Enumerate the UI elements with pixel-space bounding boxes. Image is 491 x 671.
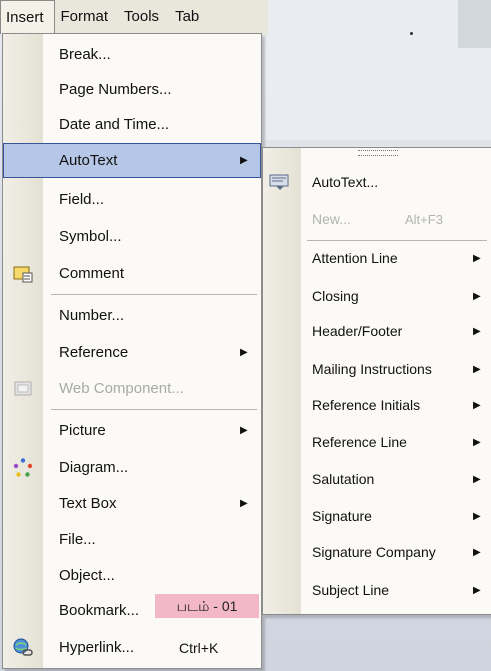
submenu-arrow-icon: ▶ xyxy=(473,325,481,337)
menu-item-label: Bookmark... xyxy=(59,602,140,619)
submenu-arrow-icon: ▶ xyxy=(473,290,481,302)
menu-item-label: Comment xyxy=(59,265,125,282)
menu-item-label: Reference xyxy=(59,344,129,361)
submenu-item-label: AutoText... xyxy=(312,174,379,190)
submenu-arrow-icon: ▶ xyxy=(240,347,248,358)
menu-item-date-and-time[interactable]: Date and Time... xyxy=(3,107,261,142)
submenu-item-attention-line[interactable]: Attention Line ▶ xyxy=(263,240,491,276)
submenu-item-signature-company[interactable]: Signature Company ▶ xyxy=(263,534,491,570)
menu-separator xyxy=(51,409,257,410)
document-ghost xyxy=(458,0,491,48)
menu-separator xyxy=(51,294,257,295)
comment-icon xyxy=(12,263,34,285)
submenu-item-label: Salutation xyxy=(312,471,375,487)
submenu-item-closing[interactable]: Closing ▶ xyxy=(263,278,491,314)
submenu-item-label: Signature xyxy=(312,508,372,524)
submenu-item-label: Subject Line xyxy=(312,582,390,598)
menu-item-label: AutoText xyxy=(59,152,118,169)
submenu-arrow-icon: ▶ xyxy=(473,546,481,558)
menu-item-label: Object... xyxy=(59,567,115,584)
menu-item-label: Break... xyxy=(59,46,111,63)
menu-item-diagram[interactable]: Diagram... xyxy=(3,450,261,485)
menu-item-label: Text Box xyxy=(59,495,117,512)
submenu-item-label: Attention Line xyxy=(312,250,398,266)
menu-item-page-numbers[interactable]: Page Numbers... xyxy=(3,72,261,107)
menu-item-label: Page Numbers... xyxy=(59,81,172,98)
menu-item-label: Web Component... xyxy=(59,380,184,397)
figure-caption: படம் - 01 xyxy=(155,594,259,618)
insert-menu: Break... Page Numbers... Date and Time..… xyxy=(2,33,262,669)
menu-format[interactable]: Format xyxy=(55,0,119,34)
submenu-item-signature[interactable]: Signature ▶ xyxy=(263,498,491,534)
submenu-arrow-icon: ▶ xyxy=(240,425,248,436)
menu-item-picture[interactable]: Picture ▶ xyxy=(3,413,261,448)
submenu-item-salutation[interactable]: Salutation ▶ xyxy=(263,461,491,497)
menu-tools[interactable]: Tools xyxy=(118,0,169,34)
menu-item-autotext[interactable]: AutoText ▶ xyxy=(3,143,261,178)
submenu-item-subject-line[interactable]: Subject Line ▶ xyxy=(263,572,491,608)
document-mark xyxy=(410,32,413,35)
submenu-arrow-icon: ▶ xyxy=(473,473,481,485)
submenu-arrow-icon: ▶ xyxy=(473,584,481,596)
menu-item-hyperlink[interactable]: Hyperlink... Ctrl+K xyxy=(3,630,261,665)
submenu-item-reference-initials[interactable]: Reference Initials ▶ xyxy=(263,387,491,423)
menu-bar: Insert Format Tools Tab xyxy=(0,0,268,34)
submenu-item-label: Mailing Instructions xyxy=(312,361,432,377)
menu-item-label: File... xyxy=(59,531,96,548)
menu-item-label: Hyperlink... xyxy=(59,639,135,656)
submenu-arrow-icon: ▶ xyxy=(473,399,481,411)
submenu-item-mailing-instructions[interactable]: Mailing Instructions ▶ xyxy=(263,351,491,387)
web-component-icon xyxy=(12,378,34,400)
submenu-arrow-icon: ▶ xyxy=(240,498,248,509)
submenu-arrow-icon: ▶ xyxy=(473,363,481,375)
menu-item-field[interactable]: Field... xyxy=(3,182,261,217)
menu-item-label: Field... xyxy=(59,191,105,208)
submenu-item-autotext[interactable]: AutoText... xyxy=(263,164,491,200)
menu-item-object[interactable]: Object... xyxy=(3,558,261,593)
menu-item-label: Number... xyxy=(59,307,125,324)
diagram-icon xyxy=(12,457,34,479)
menu-item-break[interactable]: Break... xyxy=(3,37,261,72)
autotext-icon xyxy=(268,171,292,193)
menu-item-file[interactable]: File... xyxy=(3,522,261,557)
menu-item-symbol[interactable]: Symbol... xyxy=(3,219,261,254)
submenu-item-label: Reference Line xyxy=(312,434,407,450)
menu-item-text-box[interactable]: Text Box ▶ xyxy=(3,486,261,521)
menu-item-web-component: Web Component... xyxy=(3,371,261,406)
menu-item-label: Diagram... xyxy=(59,459,129,476)
submenu-item-label: Signature Company xyxy=(312,544,436,560)
submenu-item-label: Reference Initials xyxy=(312,397,421,413)
submenu-arrow-icon: ▶ xyxy=(473,436,481,448)
menu-item-number[interactable]: Number... xyxy=(3,298,261,333)
menu-item-comment[interactable]: Comment xyxy=(3,256,261,291)
menu-item-label: Picture xyxy=(59,422,106,439)
hyperlink-icon xyxy=(12,637,34,659)
autotext-submenu: AutoText... New... Alt+F3 Attention Line… xyxy=(262,147,491,615)
submenu-item-header-footer[interactable]: Header/Footer ▶ xyxy=(263,313,491,349)
submenu-item-reference-line[interactable]: Reference Line ▶ xyxy=(263,424,491,460)
submenu-item-label: New... xyxy=(312,211,351,227)
menu-table[interactable]: Tab xyxy=(169,0,209,34)
submenu-arrow-icon: ▶ xyxy=(473,252,481,264)
submenu-arrow-icon: ▶ xyxy=(240,155,248,166)
menu-item-shortcut: Ctrl+K xyxy=(179,639,219,656)
submenu-grip-handle[interactable] xyxy=(358,150,398,156)
menu-item-label: Date and Time... xyxy=(59,116,170,133)
submenu-item-label: Header/Footer xyxy=(312,323,403,339)
submenu-item-shortcut: Alt+F3 xyxy=(405,211,443,227)
menu-insert[interactable]: Insert xyxy=(0,0,55,34)
submenu-item-new: New... Alt+F3 xyxy=(263,201,491,237)
submenu-arrow-icon: ▶ xyxy=(473,510,481,522)
menu-item-label: Symbol... xyxy=(59,228,122,245)
submenu-item-label: Closing xyxy=(312,288,359,304)
menu-item-reference[interactable]: Reference ▶ xyxy=(3,335,261,370)
